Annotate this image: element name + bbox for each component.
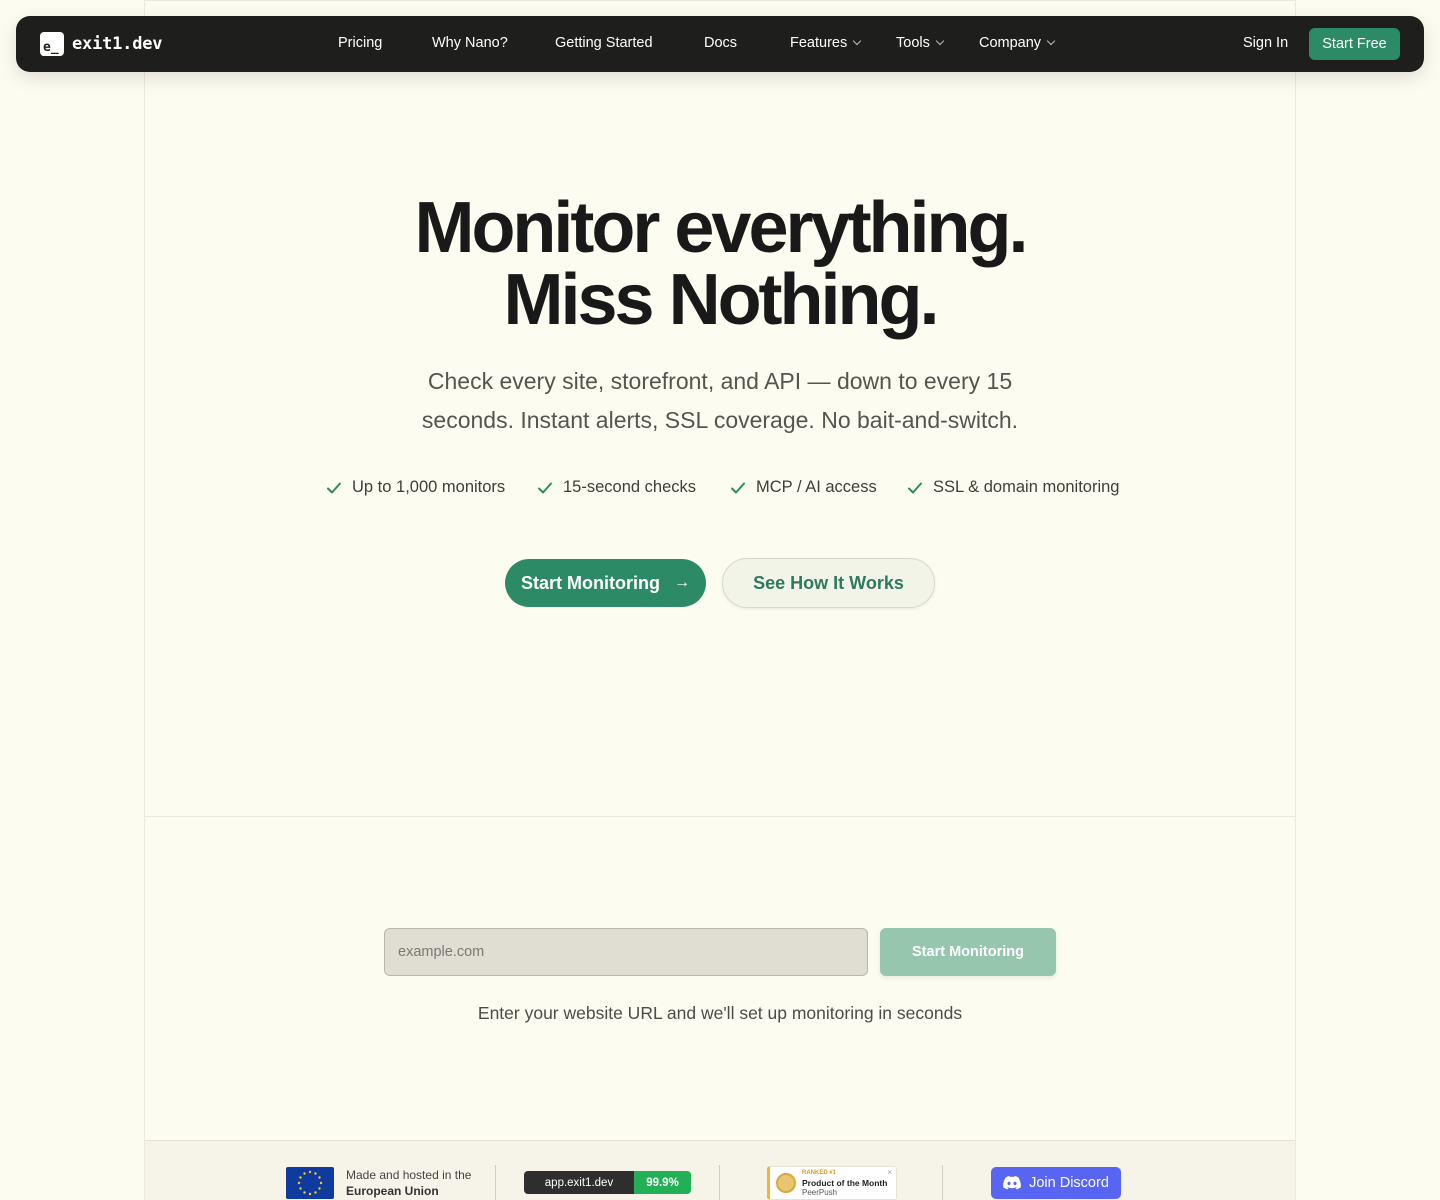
discord-icon (1003, 1176, 1021, 1190)
divider (145, 0, 1295, 1)
divider (942, 1165, 943, 1200)
see-how-it-works-button[interactable]: See How It Works (722, 558, 935, 608)
divider (145, 816, 1295, 817)
feature-label: MCP / AI access (756, 478, 877, 496)
nav-link-tools[interactable]: Tools (896, 35, 945, 51)
eu-hosted-badge: Made and hosted in the European Union (286, 1167, 471, 1199)
start-free-button[interactable]: Start Free (1309, 28, 1400, 60)
top-navbar: e_ exit1.dev Pricing Why Nano? Getting S… (16, 16, 1424, 72)
feature-item: Up to 1,000 monitors (325, 478, 505, 497)
start-monitoring-button[interactable]: Start Monitoring → (505, 559, 706, 607)
hero-title: Monitor everything. Miss Nothing. (0, 192, 1440, 336)
feature-item: SSL & domain monitoring (906, 478, 1120, 497)
feature-label: SSL & domain monitoring (933, 478, 1120, 496)
peer-source: PeerPush (802, 1188, 838, 1197)
nav-link-why-nano[interactable]: Why Nano? (432, 35, 508, 51)
eu-flag-icon (286, 1167, 334, 1199)
status-host: app.exit1.dev (524, 1171, 634, 1194)
join-discord-button[interactable]: Join Discord (991, 1167, 1121, 1199)
eu-line1: Made and hosted in the (346, 1168, 472, 1182)
nav-link-features[interactable]: Features (790, 35, 862, 51)
eu-line2: European Union (346, 1184, 439, 1198)
chevron-down-icon (1046, 36, 1056, 46)
peer-title: Product of the Month (802, 1178, 888, 1188)
check-icon (538, 482, 552, 493)
url-start-monitoring-button[interactable]: Start Monitoring (880, 928, 1056, 976)
chevron-down-icon (935, 36, 945, 46)
peerpush-text: RANKED #1 Product of the Month PeerPush (802, 1168, 887, 1198)
close-icon[interactable]: × (887, 1168, 892, 1177)
nav-link-getting-started[interactable]: Getting Started (555, 35, 653, 51)
eu-hosted-text: Made and hosted in the European Union (346, 1167, 471, 1199)
url-hint: Enter your website URL and we'll set up … (477, 1003, 963, 1023)
status-badge[interactable]: app.exit1.dev 99.9% (524, 1171, 691, 1194)
hero-title-line2: Miss Nothing. (503, 260, 940, 340)
chevron-down-icon (852, 36, 862, 46)
feature-label: Up to 1,000 monitors (352, 478, 506, 496)
feature-list: Up to 1,000 monitors 15-second checks MC… (0, 478, 1440, 504)
check-icon (731, 482, 745, 493)
peerpush-badge[interactable]: RANKED #1 Product of the Month PeerPush … (767, 1166, 897, 1200)
nav-links: Pricing Why Nano? Getting Started Docs F… (16, 16, 1424, 72)
medal-icon (776, 1173, 796, 1193)
url-input[interactable] (384, 928, 868, 976)
status-uptime: 99.9% (634, 1171, 691, 1194)
hero-title-line1: Monitor everything. (414, 188, 1028, 268)
hero-subtitle: Check every site, storefront, and API — … (421, 368, 1019, 433)
check-icon (908, 482, 922, 493)
divider (495, 1165, 496, 1200)
start-monitoring-label: Start Monitoring (521, 572, 660, 593)
sign-in-link[interactable]: Sign In (1243, 35, 1288, 51)
divider (719, 1165, 720, 1200)
peer-rank: RANKED #1 (802, 1170, 837, 1176)
arrow-right-icon: → (673, 574, 690, 591)
join-discord-label: Join Discord (1029, 1175, 1109, 1191)
check-icon (327, 482, 341, 493)
feature-item: 15-second checks (536, 478, 696, 497)
feature-label: 15-second checks (563, 478, 696, 496)
nav-link-docs[interactable]: Docs (704, 35, 737, 51)
nav-link-company[interactable]: Company (979, 35, 1056, 51)
feature-item: MCP / AI access (729, 478, 877, 497)
nav-link-pricing[interactable]: Pricing (338, 35, 382, 51)
